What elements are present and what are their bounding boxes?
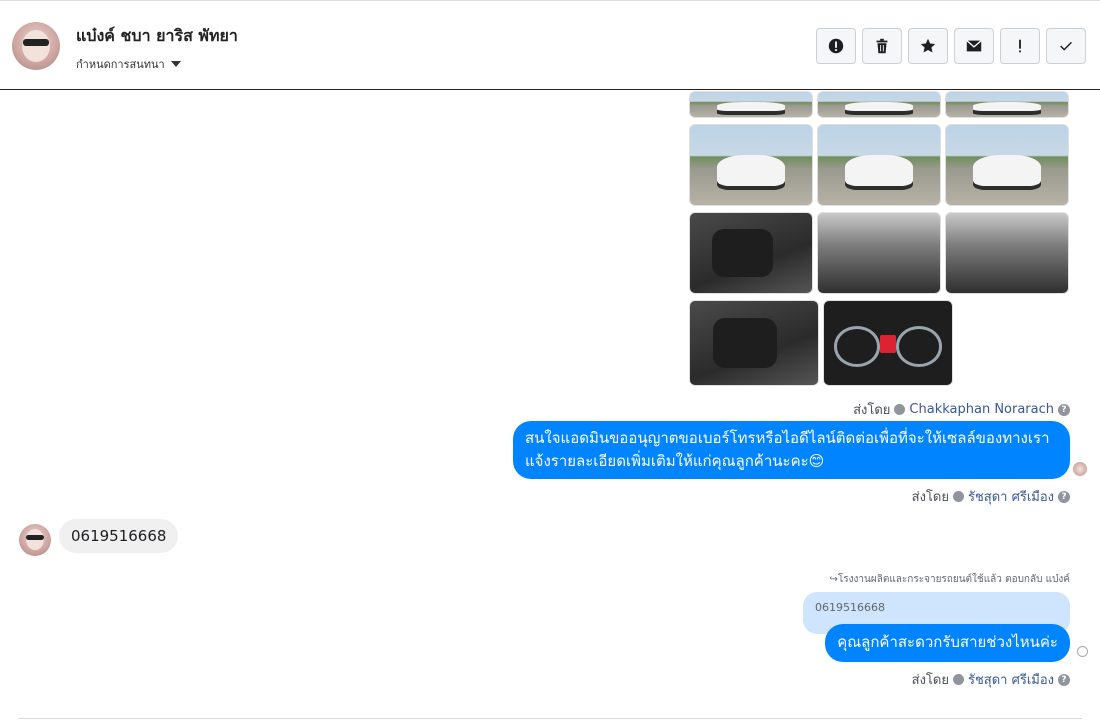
page-icon [952, 491, 964, 502]
sent-by-label: ส่งโดย รัชสุดา ศรีเมือง ? [912, 669, 1070, 690]
composer-divider [18, 718, 1082, 719]
help-icon[interactable]: ? [1058, 673, 1070, 686]
incoming-message: 0619516668 [59, 519, 179, 553]
mark-spam-button[interactable] [816, 28, 856, 64]
star-button[interactable] [908, 28, 948, 64]
label-dropdown-text: กำหนดการสนทนา [76, 58, 165, 71]
page-icon [952, 674, 964, 685]
help-icon[interactable]: ? [1058, 403, 1070, 416]
delete-button[interactable] [862, 28, 902, 64]
reply-note: ↪โรงงานผลิตและกระจายรถยนต์ใช้แล้ว ตอบกลั… [829, 574, 1070, 585]
exclamation-icon [1019, 39, 1021, 53]
label-dropdown[interactable]: กำหนดการสนทนา [76, 55, 181, 73]
photo-car-console[interactable] [945, 212, 1069, 294]
photo-car-rear-seats[interactable] [689, 300, 819, 386]
photo-car-front[interactable] [817, 124, 941, 206]
sender-name[interactable]: รัชสุดา ศรีเมือง [968, 669, 1054, 690]
star-icon [920, 38, 936, 53]
message-text: แจ้งรายละเอียดเพิ่มเติมให้แก่คุณลูกค้านะ… [525, 452, 825, 470]
trash-icon [876, 38, 888, 54]
alert-circle-icon [828, 38, 844, 54]
seen-avatar [1073, 462, 1087, 476]
header-actions [816, 28, 1086, 64]
contact-name[interactable]: แบ๋งค์ ชบา ยาริส พัทยา [76, 24, 238, 49]
sent-by-label: ส่งโดย Chakkaphan Norarach ? [853, 399, 1070, 420]
photo-car-exterior[interactable] [689, 91, 813, 118]
contact-avatar[interactable] [12, 22, 60, 70]
follow-up-button[interactable] [1000, 28, 1040, 64]
help-icon[interactable]: ? [1058, 490, 1070, 503]
outgoing-message: สนใจแอดมินขออนุญาตขอเบอร์โทรหรือไอดีไลน์… [513, 421, 1070, 479]
contact-avatar-small[interactable] [19, 524, 51, 556]
page-icon [894, 404, 906, 415]
sent-by-label: ส่งโดย รัชสุดา ศรีเมือง ? [912, 486, 1070, 507]
mark-done-button[interactable] [1046, 28, 1086, 64]
mark-unread-button[interactable] [954, 28, 994, 64]
photo-car-seats[interactable] [689, 212, 813, 294]
envelope-icon [966, 40, 982, 52]
check-icon [1060, 41, 1072, 51]
caret-down-icon [170, 61, 181, 67]
reply-arrow-icon: ↪ [829, 574, 838, 585]
sender-name[interactable]: รัชสุดา ศรีเมือง [968, 486, 1054, 507]
sent-status-icon [1077, 646, 1088, 657]
conversation-header: แบ๋งค์ ชบา ยาริส พัทยา กำหนดการสนทนา [0, 0, 1100, 90]
photo-car-rear[interactable] [689, 124, 813, 206]
outgoing-message: คุณลูกค้าสะดวกรับสายช่วงไหนค่ะ [825, 624, 1070, 662]
photo-car-dashboard[interactable] [817, 212, 941, 294]
photo-car-gauges[interactable] [823, 300, 953, 386]
sender-name[interactable]: Chakkaphan Norarach [909, 402, 1054, 417]
photo-car-exterior[interactable] [817, 91, 941, 118]
photo-car-rear[interactable] [945, 124, 1069, 206]
photo-car-exterior[interactable] [945, 91, 1069, 118]
message-text: สนใจแอดมินขออนุญาตขอเบอร์โทรหรือไอดีไลน์… [525, 429, 1050, 447]
